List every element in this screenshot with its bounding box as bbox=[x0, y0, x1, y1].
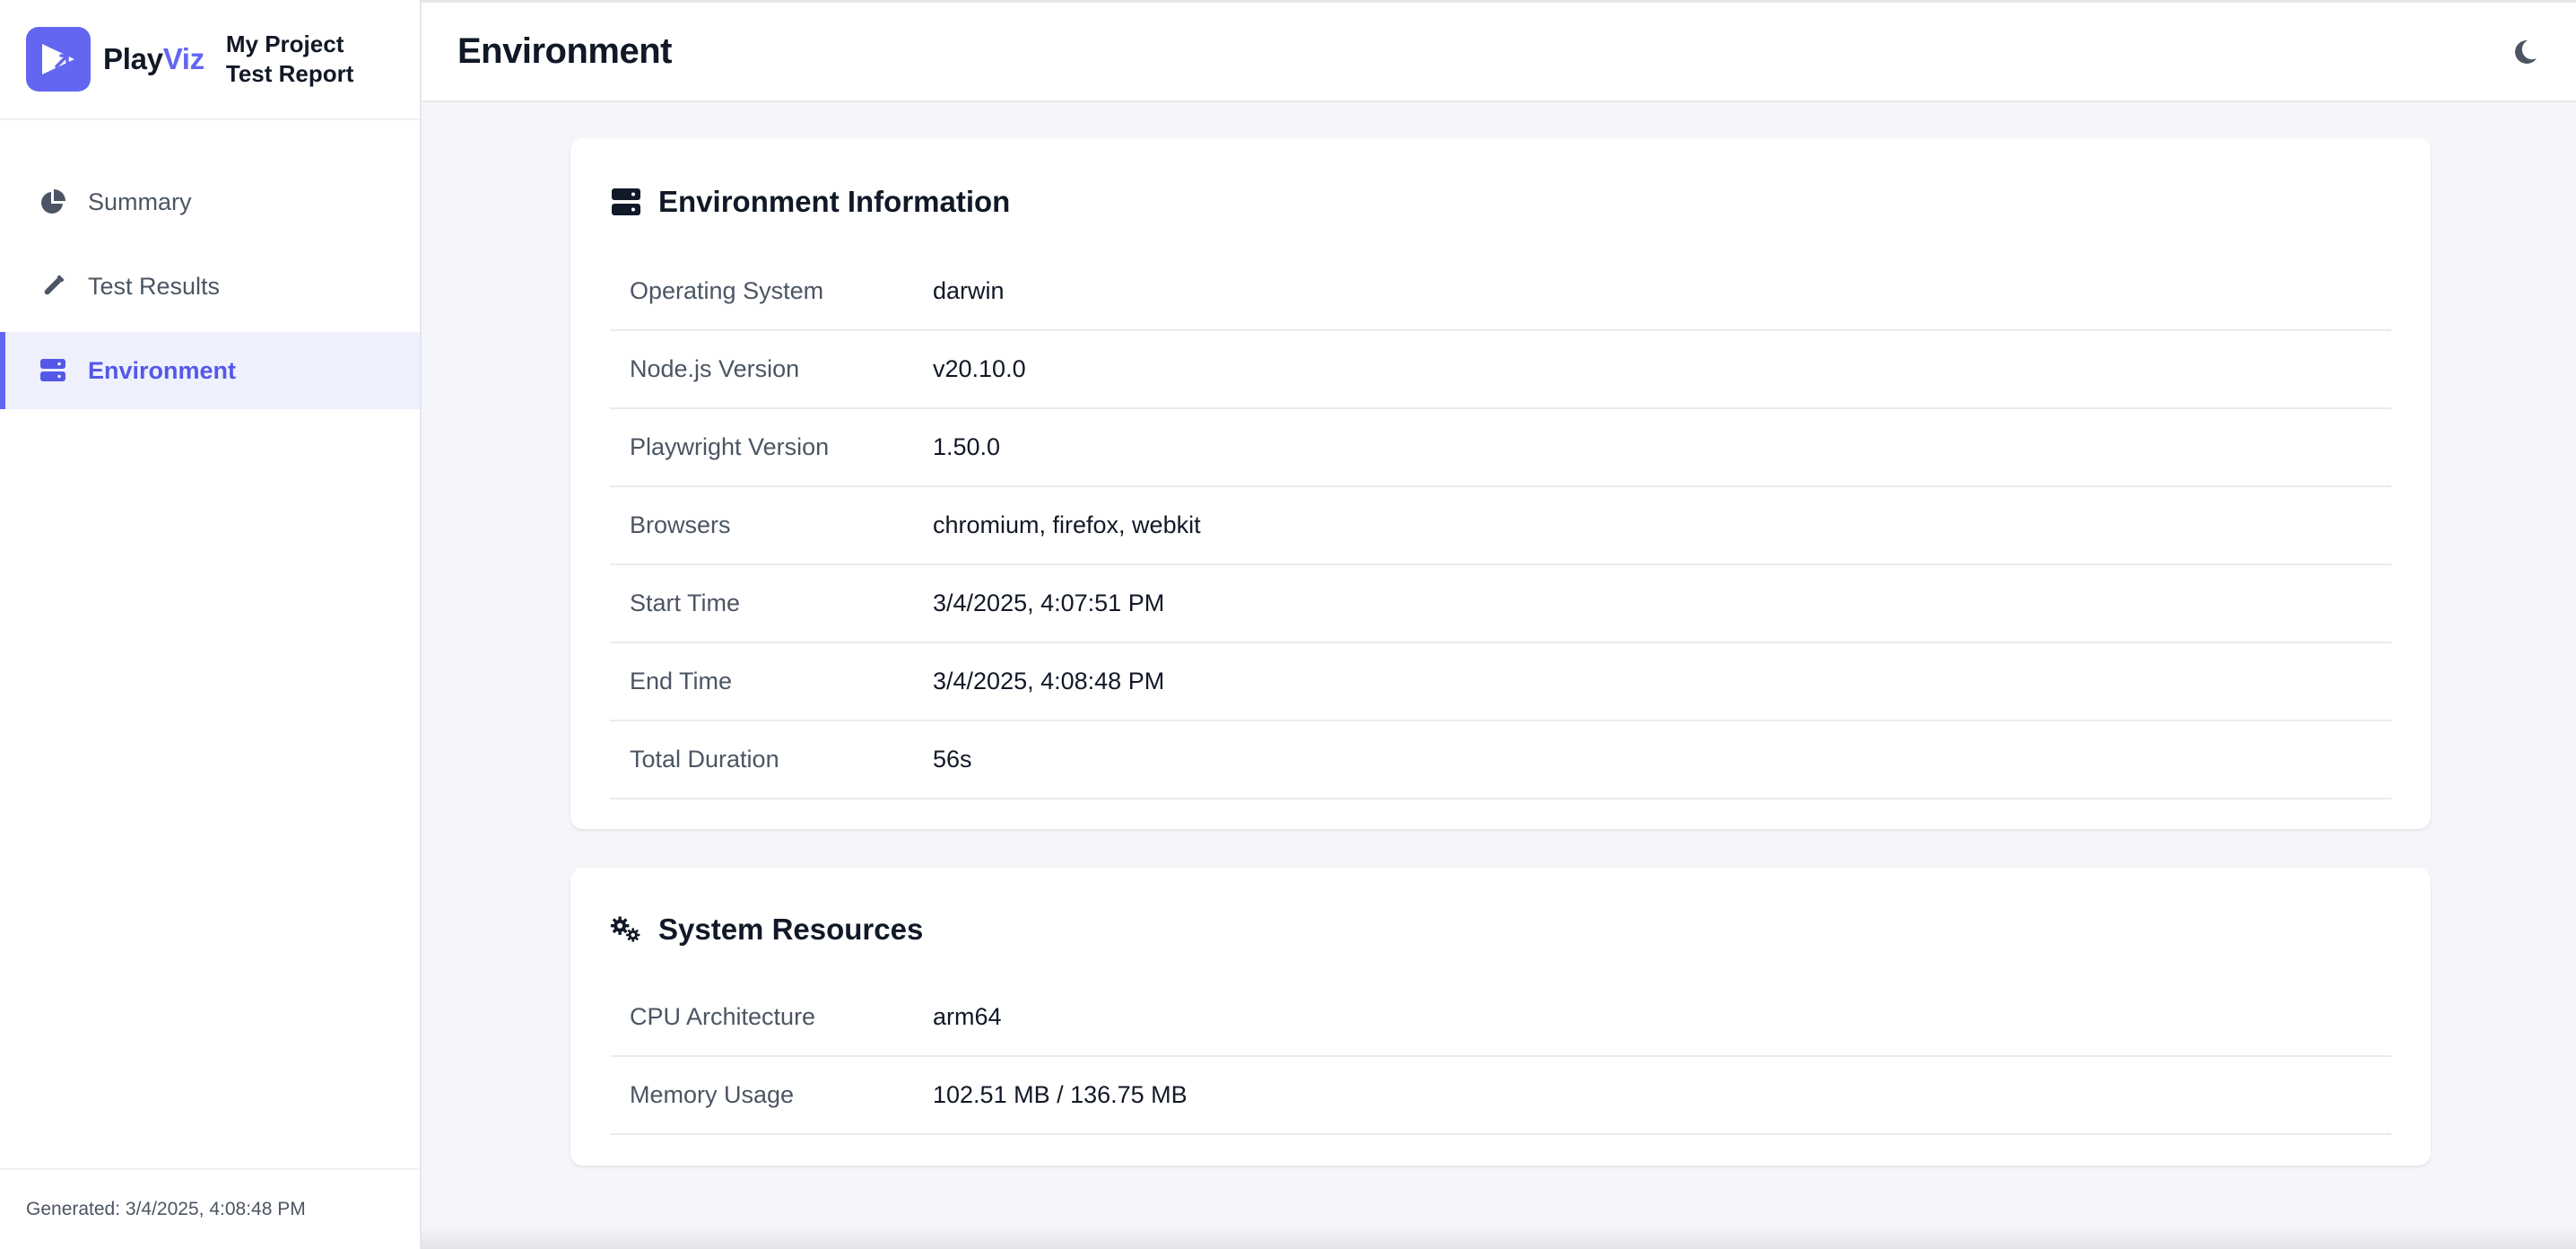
row-label: CPU Architecture bbox=[630, 1003, 816, 1030]
info-row: CPU Architecture arm64 bbox=[610, 979, 2391, 1057]
brand-name-play: Play bbox=[103, 42, 163, 75]
row-label: Total Duration bbox=[630, 746, 779, 773]
generated-timestamp: Generated: 3/4/2025, 4:08:48 PM bbox=[0, 1168, 420, 1249]
info-row: Playwright Version 1.50.0 bbox=[610, 409, 2391, 487]
row-value: 102.51 MB / 136.75 MB bbox=[933, 1081, 1188, 1108]
pie-chart-icon bbox=[38, 187, 68, 217]
sidebar-item-test-results[interactable]: Test Results bbox=[0, 248, 420, 325]
row-value: darwin bbox=[933, 277, 1005, 304]
row-label: Node.js Version bbox=[630, 355, 800, 382]
server-icon bbox=[610, 186, 642, 218]
info-row: Node.js Version v20.10.0 bbox=[610, 331, 2391, 409]
moon-icon bbox=[2511, 39, 2538, 70]
row-value: chromium, firefox, webkit bbox=[933, 511, 1201, 538]
sidebar: PlayViz My Project Test Report Summary T… bbox=[0, 0, 422, 1249]
row-value: 3/4/2025, 4:08:48 PM bbox=[933, 668, 1165, 694]
brand-name: PlayViz bbox=[103, 42, 205, 76]
main-content: Environment Environment Information Oper… bbox=[422, 0, 2576, 1249]
info-row: Operating System darwin bbox=[610, 253, 2391, 331]
info-row: Memory Usage 102.51 MB / 136.75 MB bbox=[610, 1057, 2391, 1135]
server-icon bbox=[38, 355, 68, 386]
info-row: Total Duration 56s bbox=[610, 721, 2391, 799]
project-info: My Project Test Report bbox=[226, 30, 354, 89]
sidebar-item-label: Summary bbox=[88, 188, 192, 215]
report-name: Test Report bbox=[225, 60, 354, 87]
row-label: Operating System bbox=[630, 277, 824, 304]
sidebar-nav: Summary Test Results Environment bbox=[0, 120, 420, 409]
row-label: Browsers bbox=[630, 511, 731, 538]
sidebar-item-label: Test Results bbox=[88, 272, 221, 300]
row-value: 3/4/2025, 4:07:51 PM bbox=[933, 590, 1165, 616]
row-label: End Time bbox=[630, 668, 733, 694]
app-root: PlayViz My Project Test Report Summary T… bbox=[0, 0, 2576, 1249]
brand-header: PlayViz My Project Test Report bbox=[0, 0, 420, 120]
theme-toggle-button[interactable] bbox=[2508, 37, 2542, 71]
card-title: Environment Information bbox=[658, 185, 1011, 218]
row-label: Memory Usage bbox=[630, 1081, 795, 1108]
brand-name-viz: Viz bbox=[162, 42, 205, 75]
card-header: System Resources bbox=[610, 868, 2391, 979]
row-value: 1.50.0 bbox=[933, 433, 1001, 460]
playviz-logo-icon bbox=[26, 27, 91, 92]
info-row: End Time 3/4/2025, 4:08:48 PM bbox=[610, 643, 2391, 721]
row-value: arm64 bbox=[933, 1003, 1002, 1030]
row-label: Playwright Version bbox=[630, 433, 830, 460]
environment-info-card: Environment Information Operating System… bbox=[570, 138, 2431, 829]
flask-icon bbox=[38, 271, 68, 301]
sidebar-item-label: Environment bbox=[88, 356, 237, 384]
system-resources-card: System Resources CPU Architecture arm64 … bbox=[570, 868, 2431, 1166]
page-title: Environment bbox=[457, 31, 672, 71]
info-row: Start Time 3/4/2025, 4:07:51 PM bbox=[610, 565, 2391, 643]
row-value: 56s bbox=[933, 746, 972, 773]
cogs-icon bbox=[610, 913, 642, 946]
top-bar: Environment bbox=[422, 0, 2576, 102]
row-label: Start Time bbox=[630, 590, 741, 616]
card-header: Environment Information bbox=[610, 138, 2391, 253]
info-row: Browsers chromium, firefox, webkit bbox=[610, 487, 2391, 565]
sidebar-item-environment[interactable]: Environment bbox=[0, 332, 420, 409]
project-name: My Project bbox=[225, 31, 344, 57]
sidebar-item-summary[interactable]: Summary bbox=[0, 163, 420, 240]
card-title: System Resources bbox=[658, 913, 924, 946]
bottom-scroll-shadow bbox=[422, 1226, 2576, 1249]
row-value: v20.10.0 bbox=[933, 355, 1026, 382]
